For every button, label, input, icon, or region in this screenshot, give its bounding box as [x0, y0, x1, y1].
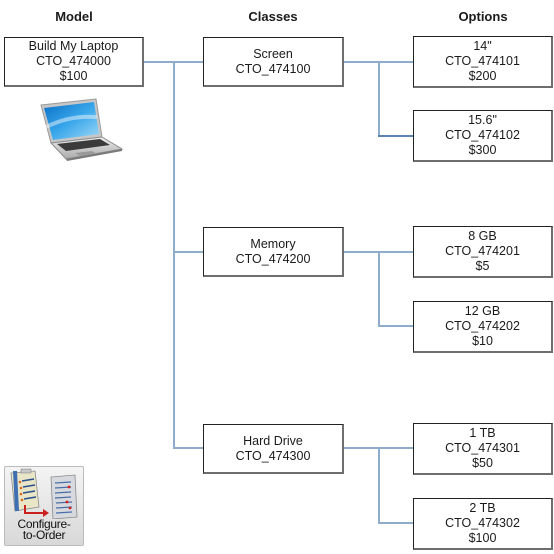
- option-price: $300: [468, 143, 497, 157]
- option-code: CTO_474302: [445, 516, 520, 530]
- option-price: $50: [472, 456, 493, 470]
- connector-trunk-to-hard-drive: [173, 447, 203, 449]
- option-price: $200: [468, 69, 497, 83]
- class-name: Screen: [253, 46, 293, 61]
- option-node-15-6-inch: 15.6" CTO_474102 $300: [413, 110, 553, 162]
- configure-to-order-label: Configure- to-Order: [5, 518, 83, 542]
- class-code: CTO_474300: [235, 448, 311, 463]
- configure-to-order-icon: Configure- to-Order: [4, 466, 84, 546]
- option-code: CTO_474202: [445, 319, 520, 333]
- class-name: Hard Drive: [243, 433, 303, 448]
- connector-hard-drive-options-trunk: [378, 447, 380, 523]
- model-node: Build My Laptop CTO_474000 $100: [4, 37, 144, 87]
- option-name: 12 GB: [464, 304, 501, 318]
- option-price: $10: [472, 334, 493, 348]
- connector-memory-options-trunk: [378, 251, 380, 326]
- option-code: CTO_474102: [445, 128, 520, 142]
- class-node-memory: Memory CTO_474200: [203, 227, 344, 277]
- option-price: $100: [468, 531, 497, 545]
- option-code: CTO_474301: [445, 441, 520, 455]
- classes-column-header: Classes: [248, 9, 298, 24]
- class-code: CTO_474100: [235, 61, 311, 76]
- option-name: 15.6": [468, 113, 497, 127]
- model-name: Build My Laptop: [28, 39, 119, 53]
- option-node-12-gb: 12 GB CTO_474202 $10: [413, 301, 553, 353]
- model-column-header: Model: [55, 9, 93, 24]
- option-node-14-inch: 14" CTO_474101 $200: [413, 36, 553, 88]
- connector-memory-to-option-2: [378, 325, 413, 327]
- model-code: CTO_474000: [36, 54, 111, 68]
- class-code: CTO_474200: [235, 251, 311, 266]
- configure-to-order-label-line2: to-Order: [22, 528, 66, 542]
- class-node-screen: Screen CTO_474100: [203, 37, 344, 87]
- option-node-1-tb: 1 TB CTO_474301 $50: [413, 423, 553, 475]
- option-name: 1 TB: [469, 426, 496, 440]
- connector-screen-options-trunk: [378, 61, 380, 136]
- option-name: 2 TB: [469, 501, 496, 515]
- connector-trunk-to-memory: [173, 251, 203, 253]
- option-node-8-gb: 8 GB CTO_474201 $5: [413, 226, 553, 278]
- option-price: $5: [475, 259, 490, 273]
- option-code: CTO_474101: [445, 54, 520, 68]
- connector-screen-to-option-2: [378, 135, 413, 137]
- option-name: 8 GB: [468, 229, 497, 243]
- model-price: $100: [59, 69, 88, 83]
- options-column-header: Options: [458, 9, 508, 24]
- option-node-2-tb: 2 TB CTO_474302 $100: [413, 498, 553, 550]
- class-node-hard-drive: Hard Drive CTO_474300: [203, 424, 344, 474]
- connector-hard-drive-to-option-2: [378, 522, 413, 524]
- laptop-icon: [30, 97, 126, 163]
- connector-classes-trunk: [173, 61, 175, 449]
- option-code: CTO_474201: [445, 244, 520, 258]
- option-name: 14": [473, 39, 492, 53]
- class-name: Memory: [250, 236, 296, 251]
